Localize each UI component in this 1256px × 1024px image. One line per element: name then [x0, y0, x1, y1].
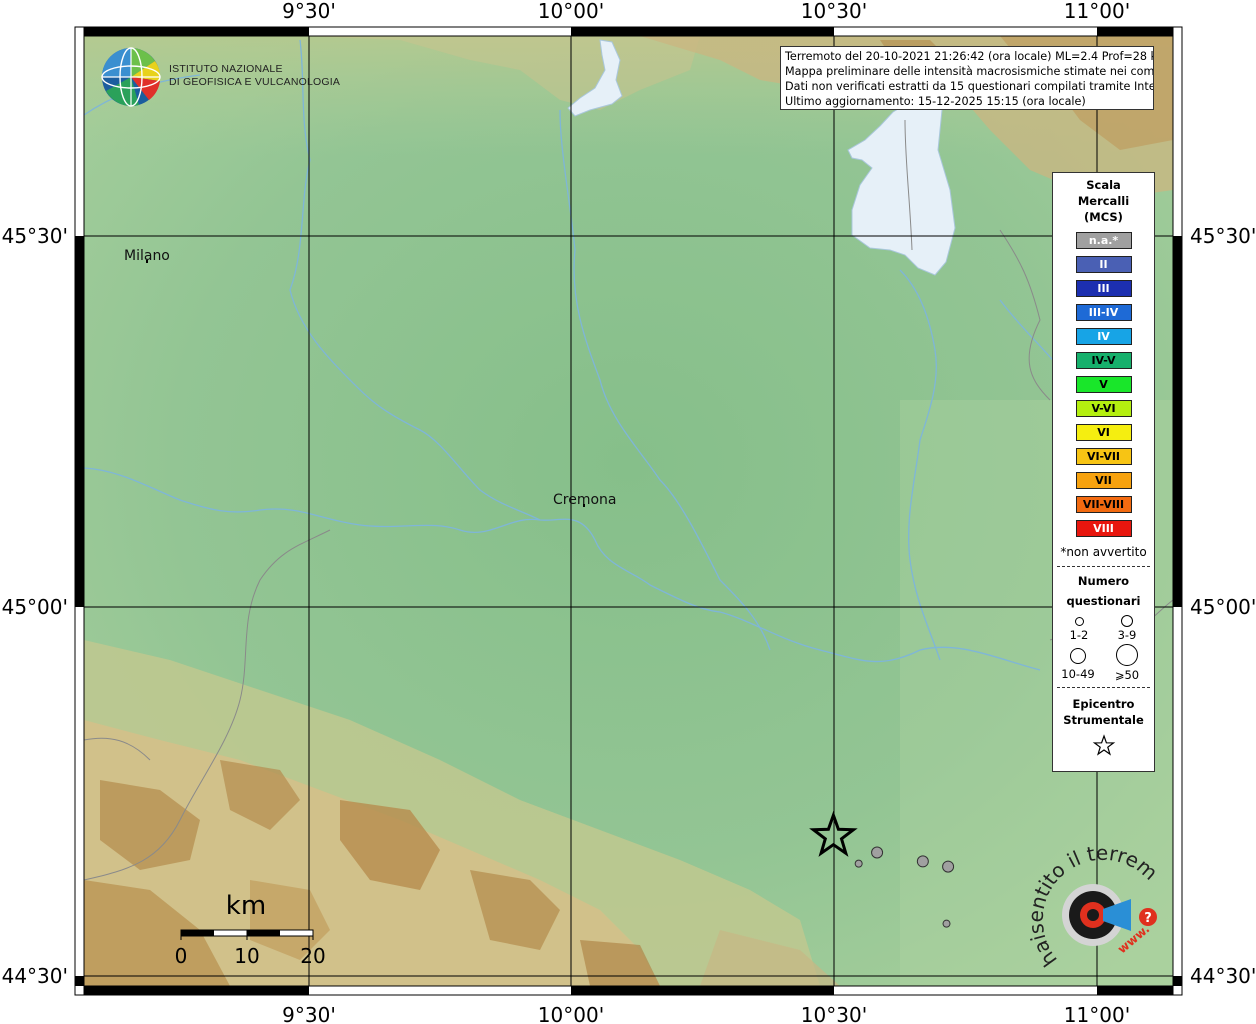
institute-line: DI GEOFISICA E VULCANOLOGIA	[169, 76, 341, 88]
lat-label: 45°30'	[2, 224, 68, 248]
observation-point	[871, 846, 884, 859]
legend-title: Mercalli	[1077, 194, 1130, 208]
mcs-class-swatch: VII-VIII	[1075, 496, 1132, 513]
observation-point	[854, 859, 863, 868]
mcs-class-swatch: VII	[1075, 472, 1132, 489]
mcs-class-swatch: VIII	[1075, 520, 1132, 537]
observation-point	[942, 860, 955, 873]
lat-labels-right: 45°30' 45°00' 44°30'	[1190, 224, 1256, 988]
lon-label: 10°30'	[801, 0, 867, 23]
lon-label: 10°00'	[538, 0, 604, 23]
svg-text:?: ?	[1144, 911, 1152, 926]
mcs-class-swatch: II	[1075, 256, 1132, 273]
size-legend: 1-2 3-9 10-49 ⩾50	[1053, 611, 1154, 687]
ingv-logo-icon	[101, 47, 161, 107]
city-milano: Milano	[124, 248, 170, 264]
star-icon	[1092, 734, 1115, 756]
legend-title: (MCS)	[1084, 210, 1123, 224]
mcs-class-swatch: VI	[1075, 424, 1132, 441]
lon-labels-top: 9°30' 10°00' 10°30' 11°00'	[282, 0, 1130, 23]
terrain	[84, 36, 1173, 986]
observation-point	[942, 919, 951, 928]
legend-title: Scala	[1086, 178, 1121, 192]
lon-labels-bottom: 9°30' 10°00' 10°30' 11°00'	[282, 1003, 1130, 1024]
lon-label: 11°00'	[1064, 1003, 1130, 1024]
mcs-class-swatch: III-IV	[1075, 304, 1132, 321]
mcs-class-swatch: III	[1075, 280, 1132, 297]
event-info-line: Ultimo aggiornamento: 15-12-2025 15:15 (…	[785, 95, 1086, 108]
lat-label: 44°30'	[2, 964, 68, 988]
lat-label: 44°30'	[1190, 964, 1256, 988]
questionnaires-title: Numero	[1077, 574, 1130, 588]
scale-tick-label: 20	[300, 944, 325, 968]
lon-label: 9°30'	[282, 1003, 336, 1024]
event-info-line: Terremoto del 20-10-2021 21:26:42 (ora l…	[785, 50, 1154, 63]
city-cremona: Cremona	[553, 492, 617, 508]
not-felt-note: *non avvertito	[1060, 545, 1147, 559]
size-circle-icon	[1070, 648, 1086, 664]
epicenter-title: Epicentro	[1072, 697, 1135, 711]
scale-unit: km	[226, 891, 266, 921]
lat-label: 45°00'	[2, 595, 68, 619]
size-label: 3-9	[1117, 628, 1137, 642]
observation-point	[916, 855, 929, 868]
mcs-class-swatch: V-VI	[1075, 400, 1132, 417]
size-circle-icon	[1121, 615, 1133, 627]
institute-name: ISTITUTO NAZIONALE DI GEOFISICA E VULCAN…	[169, 63, 340, 89]
size-circle-icon	[1075, 617, 1084, 626]
mcs-class-swatch: VI-VII	[1075, 448, 1132, 465]
lat-label: 45°00'	[1190, 595, 1256, 619]
mcs-class-swatch: n.a.*	[1075, 232, 1132, 249]
legend: Scala Mercalli (MCS) n.a.* II III III-IV IV I…	[1052, 172, 1155, 772]
lon-label: 9°30'	[282, 0, 336, 23]
scale-tick-label: 0	[175, 944, 188, 968]
epicenter-title: Strumentale	[1063, 713, 1144, 727]
size-label: 10-49	[1061, 667, 1095, 681]
legend-divider	[1057, 687, 1150, 688]
legend-classes: n.a.* II III III-IV IV IV-V V V-VI VI VI-VII VII VI…	[1053, 232, 1154, 537]
size-label: 1-2	[1069, 628, 1089, 642]
lat-labels-left: 45°30' 45°00' 44°30'	[2, 224, 68, 988]
event-info-line: Mappa preliminare delle intensità macros…	[785, 65, 1154, 78]
mcs-class-swatch: IV-V	[1075, 352, 1132, 369]
size-label: ⩾50	[1114, 668, 1140, 682]
lat-label: 45°30'	[1190, 224, 1256, 248]
scale-tick-label: 10	[234, 944, 259, 968]
legend-divider	[1057, 566, 1150, 567]
lon-label: 10°00'	[538, 1003, 604, 1024]
mcs-class-swatch: V	[1075, 376, 1132, 393]
lon-label: 11°00'	[1064, 0, 1130, 23]
event-info-box: Terremoto del 20-10-2021 21:26:42 (ora l…	[780, 46, 1154, 110]
size-circle-icon	[1116, 644, 1138, 666]
questionnaires-title: questionari	[1066, 594, 1141, 608]
mcs-class-swatch: IV	[1075, 328, 1132, 345]
institute-line: ISTITUTO NAZIONALE	[169, 63, 283, 75]
lon-label: 10°30'	[801, 1003, 867, 1024]
event-info-line: Dati non verificati estratti da 15 quest…	[785, 80, 1154, 93]
